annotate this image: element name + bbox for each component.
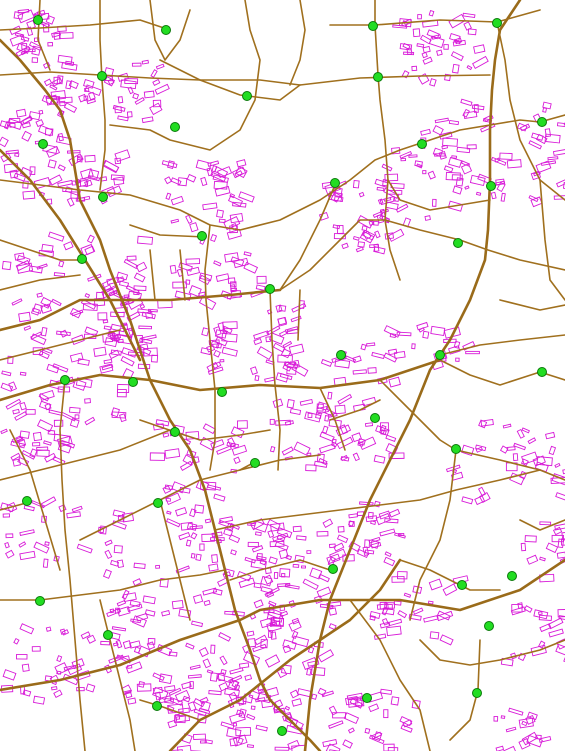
poi-marker[interactable]: [486, 181, 496, 191]
poi-marker[interactable]: [373, 72, 383, 82]
poi-marker[interactable]: [537, 117, 547, 127]
poi-marker[interactable]: [22, 496, 32, 506]
map-svg: [0, 0, 565, 751]
poi-marker[interactable]: [484, 621, 494, 631]
poi-marker[interactable]: [152, 701, 162, 711]
poi-marker[interactable]: [170, 427, 180, 437]
poi-marker[interactable]: [457, 580, 467, 590]
poi-marker[interactable]: [362, 693, 372, 703]
poi-marker[interactable]: [98, 192, 108, 202]
poi-marker[interactable]: [265, 284, 275, 294]
poi-marker[interactable]: [330, 178, 340, 188]
poi-marker[interactable]: [472, 688, 482, 698]
poi-marker[interactable]: [97, 71, 107, 81]
poi-marker[interactable]: [370, 413, 380, 423]
poi-marker[interactable]: [492, 18, 502, 28]
poi-marker[interactable]: [103, 630, 113, 640]
poi-marker[interactable]: [537, 367, 547, 377]
poi-marker[interactable]: [250, 458, 260, 468]
poi-marker[interactable]: [417, 139, 427, 149]
poi-marker[interactable]: [368, 21, 378, 31]
map-background: [0, 0, 565, 751]
poi-marker[interactable]: [60, 375, 70, 385]
poi-marker[interactable]: [33, 15, 43, 25]
poi-marker[interactable]: [77, 254, 87, 264]
poi-marker[interactable]: [197, 231, 207, 241]
poi-marker[interactable]: [128, 377, 138, 387]
poi-marker[interactable]: [507, 571, 517, 581]
poi-marker[interactable]: [170, 122, 180, 132]
poi-marker[interactable]: [217, 387, 227, 397]
poi-marker[interactable]: [242, 91, 252, 101]
poi-marker[interactable]: [451, 444, 461, 454]
poi-marker[interactable]: [277, 726, 287, 736]
poi-marker[interactable]: [153, 498, 163, 508]
map-canvas[interactable]: [0, 0, 565, 751]
poi-marker[interactable]: [38, 139, 48, 149]
poi-marker[interactable]: [435, 350, 445, 360]
poi-marker[interactable]: [161, 25, 171, 35]
poi-marker[interactable]: [336, 350, 346, 360]
poi-marker[interactable]: [328, 564, 338, 574]
poi-marker[interactable]: [453, 238, 463, 248]
poi-marker[interactable]: [35, 596, 45, 606]
